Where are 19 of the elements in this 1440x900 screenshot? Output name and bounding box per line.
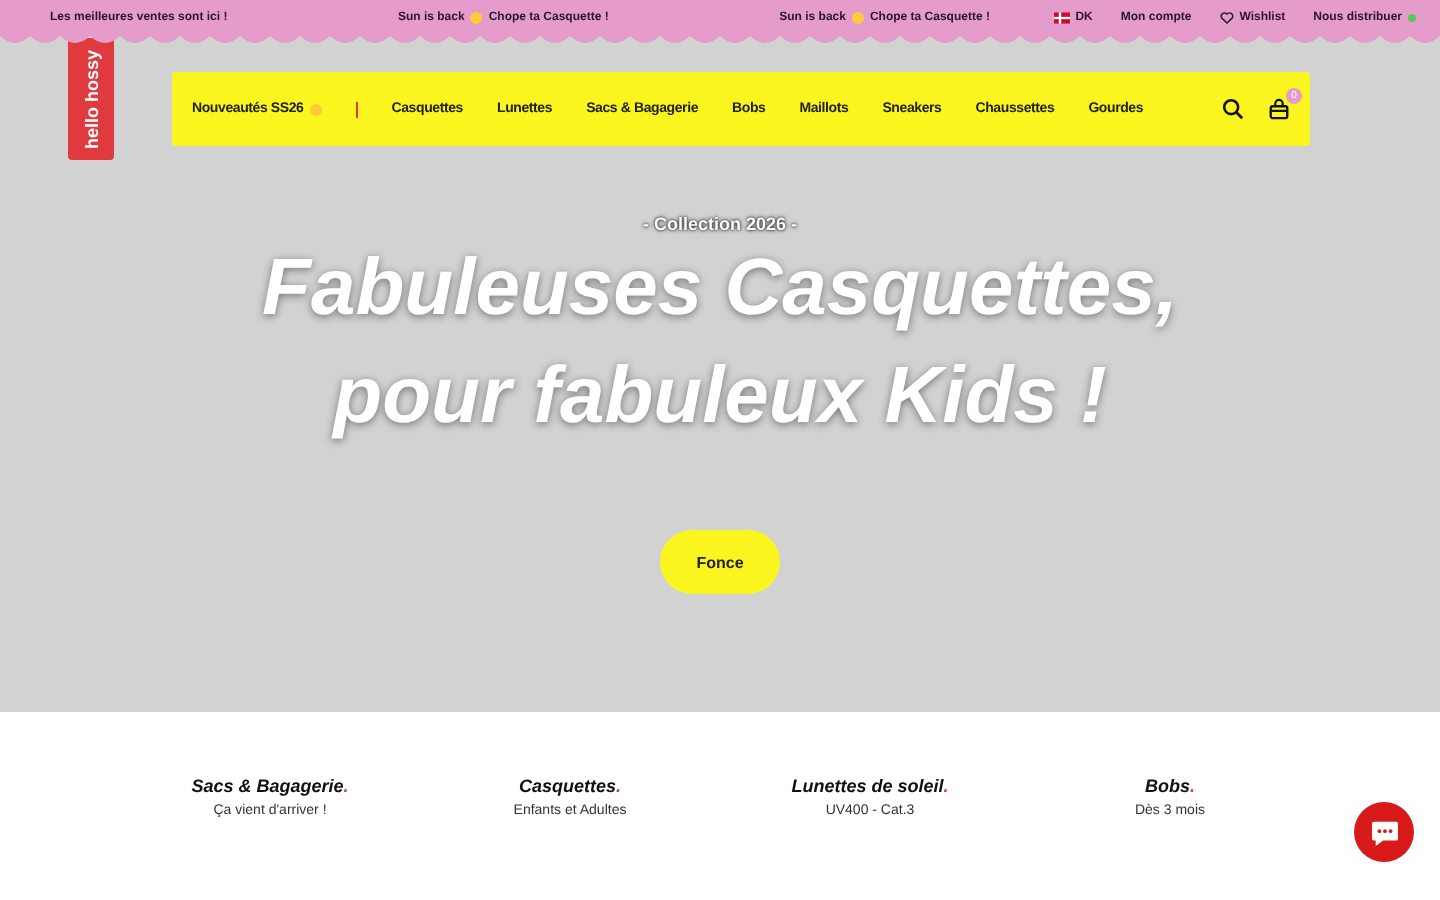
status-dot	[1408, 13, 1416, 21]
category-title[interactable]: Sacs & Bagagerie.	[191, 776, 349, 796]
cta-button[interactable]: Fonce	[660, 530, 780, 594]
sun-icon	[851, 11, 864, 23]
bag-icon[interactable]	[1268, 98, 1290, 120]
hero-headline: pour fabuleux Kids !	[333, 350, 1107, 444]
hero-eyebrow: - Collection 2026 -	[642, 214, 798, 234]
sun-icon	[309, 103, 322, 115]
category-title[interactable]: Bobs.	[1144, 776, 1195, 796]
search-icon[interactable]	[1222, 98, 1244, 120]
chat-button[interactable]	[1354, 802, 1414, 862]
flag-icon	[1053, 11, 1070, 23]
sun-icon	[470, 11, 483, 23]
category-title[interactable]: Lunettes de soleil.	[791, 776, 949, 796]
heart-icon	[1219, 11, 1234, 23]
category-title[interactable]: Casquettes.	[518, 776, 622, 796]
logo[interactable]: hello hossy	[68, 38, 114, 160]
hero-headline: Fabuleuses Casquettes,	[262, 242, 1178, 336]
chat-icon	[1369, 819, 1399, 845]
